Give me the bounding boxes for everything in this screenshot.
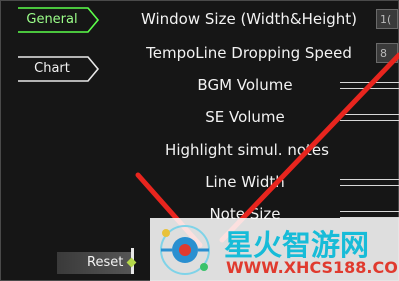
watermark-url: WWW.XHCS188.COM: [226, 258, 399, 277]
annotation-line-right: [219, 52, 399, 243]
watermark-logo-icon: [160, 225, 210, 275]
watermark: 星火智游网 WWW.XHCS188.COM: [150, 218, 399, 281]
